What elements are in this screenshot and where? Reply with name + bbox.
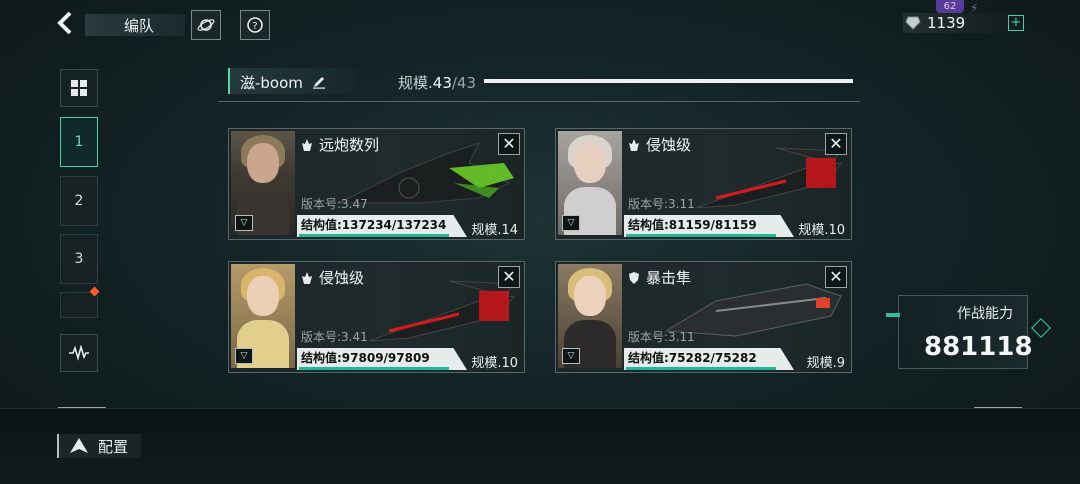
ship-hp: 结构值:75282/75282 bbox=[628, 351, 757, 365]
add-resource-button[interactable]: + bbox=[1008, 15, 1024, 31]
ship-icon bbox=[68, 437, 90, 455]
ship-version: 版本号:3.47 bbox=[301, 197, 368, 211]
ship-hp: 结构值:137234/137234 bbox=[301, 218, 447, 232]
right-marker bbox=[974, 407, 1022, 408]
tab-label: 2 bbox=[74, 193, 84, 209]
ship-version: 版本号:3.11 bbox=[628, 330, 695, 344]
flame-class-icon bbox=[302, 139, 312, 151]
power-tag bbox=[886, 313, 900, 317]
captain-portrait: ▽ bbox=[558, 131, 622, 235]
fleet-scale-bar bbox=[484, 79, 853, 83]
ship-name: 侵蚀级 bbox=[301, 267, 364, 288]
tab-fleet-3[interactable]: 3 bbox=[60, 234, 98, 284]
hp-bar bbox=[299, 367, 449, 370]
ship-hp: 结构值:81159/81159 bbox=[628, 218, 757, 232]
combat-power-value: 881118 bbox=[924, 332, 1033, 362]
svg-text:?: ? bbox=[252, 21, 257, 32]
tab-label: 3 bbox=[74, 251, 84, 267]
resource-amount: 1139 bbox=[927, 14, 966, 32]
rank-icon: ▽ bbox=[235, 348, 253, 364]
ship-version: 版本号:3.41 bbox=[301, 330, 368, 344]
ship-version: 版本号:3.11 bbox=[628, 197, 695, 211]
remove-ship-button[interactable]: ✕ bbox=[498, 133, 520, 155]
ship-card[interactable]: ▽ 侵蚀级 ✕ 版本号:3.41 结构值:97809/97809 规模.10 bbox=[228, 261, 525, 373]
ship-name: 侵蚀级 bbox=[628, 134, 691, 155]
diamond-icon bbox=[1031, 318, 1051, 338]
bottom-band bbox=[0, 408, 1080, 484]
fleet-scale: 规模.43/43 bbox=[398, 74, 477, 92]
hp-bar bbox=[626, 367, 776, 370]
divider bbox=[218, 101, 860, 102]
grid-icon bbox=[71, 80, 87, 96]
crystal-icon bbox=[905, 14, 921, 30]
question-icon: ? bbox=[247, 17, 263, 33]
tab-label: 1 bbox=[74, 134, 84, 150]
ship-name: 远炮数列 bbox=[301, 134, 379, 155]
fleet-name: 滋-boom bbox=[240, 72, 326, 93]
planet-button[interactable] bbox=[191, 10, 221, 40]
planet-icon bbox=[197, 19, 215, 31]
page-title: 编队 bbox=[124, 17, 155, 35]
remove-ship-button[interactable]: ✕ bbox=[825, 133, 847, 155]
signal-button[interactable] bbox=[60, 334, 98, 372]
hp-bar bbox=[299, 234, 449, 237]
ship-card[interactable]: ▽ 侵蚀级 ✕ 版本号:3.11 结构值:81159/81159 规模.10 bbox=[555, 128, 852, 240]
back-button[interactable] bbox=[55, 10, 83, 38]
config-label: 配置 bbox=[98, 438, 129, 456]
ship-name: 暴击隼 bbox=[628, 267, 691, 288]
left-marker bbox=[58, 407, 106, 408]
ship-scale: 规模.10 bbox=[471, 356, 518, 371]
ship-scale: 规模.14 bbox=[471, 223, 518, 238]
edit-pencil-icon[interactable] bbox=[312, 75, 326, 89]
captain-portrait: ▽ bbox=[558, 264, 622, 368]
remove-ship-button[interactable]: ✕ bbox=[825, 266, 847, 288]
hp-bar bbox=[626, 234, 776, 237]
captain-portrait: ▽ bbox=[231, 131, 295, 235]
captain-portrait: ▽ bbox=[231, 264, 295, 368]
energy-badge: 62 bbox=[936, 0, 964, 14]
flame-class-icon bbox=[302, 272, 312, 284]
ship-card[interactable]: ▽ 暴击隼 ✕ 版本号:3.11 结构值:75282/75282 规模.9 bbox=[555, 261, 852, 373]
help-button[interactable]: ? bbox=[240, 10, 270, 40]
ship-card[interactable]: ▽ 远炮数列 ✕ 版本号:3.47 结构值:137234/137234 规模.1… bbox=[228, 128, 525, 240]
grid-view-button[interactable] bbox=[60, 69, 98, 107]
tab-fleet-2[interactable]: 2 bbox=[60, 176, 98, 226]
combat-power-label: 作战能力 bbox=[957, 306, 1013, 322]
ship-scale: 规模.10 bbox=[798, 223, 845, 238]
bottom-line bbox=[0, 408, 1080, 409]
rank-icon: ▽ bbox=[562, 215, 580, 231]
tab-fleet-4[interactable] bbox=[60, 292, 98, 318]
rank-icon: ▽ bbox=[235, 215, 253, 231]
ship-scale: 规模.9 bbox=[806, 356, 845, 371]
waveform-icon bbox=[69, 345, 89, 361]
ship-hp: 结构值:97809/97809 bbox=[301, 351, 430, 365]
back-arrow-icon bbox=[57, 11, 72, 35]
remove-ship-button[interactable]: ✕ bbox=[498, 266, 520, 288]
shield-class-icon bbox=[629, 272, 639, 284]
rank-icon: ▽ bbox=[562, 348, 580, 364]
tab-fleet-1[interactable]: 1 bbox=[60, 117, 98, 167]
flame-class-icon bbox=[629, 139, 639, 151]
